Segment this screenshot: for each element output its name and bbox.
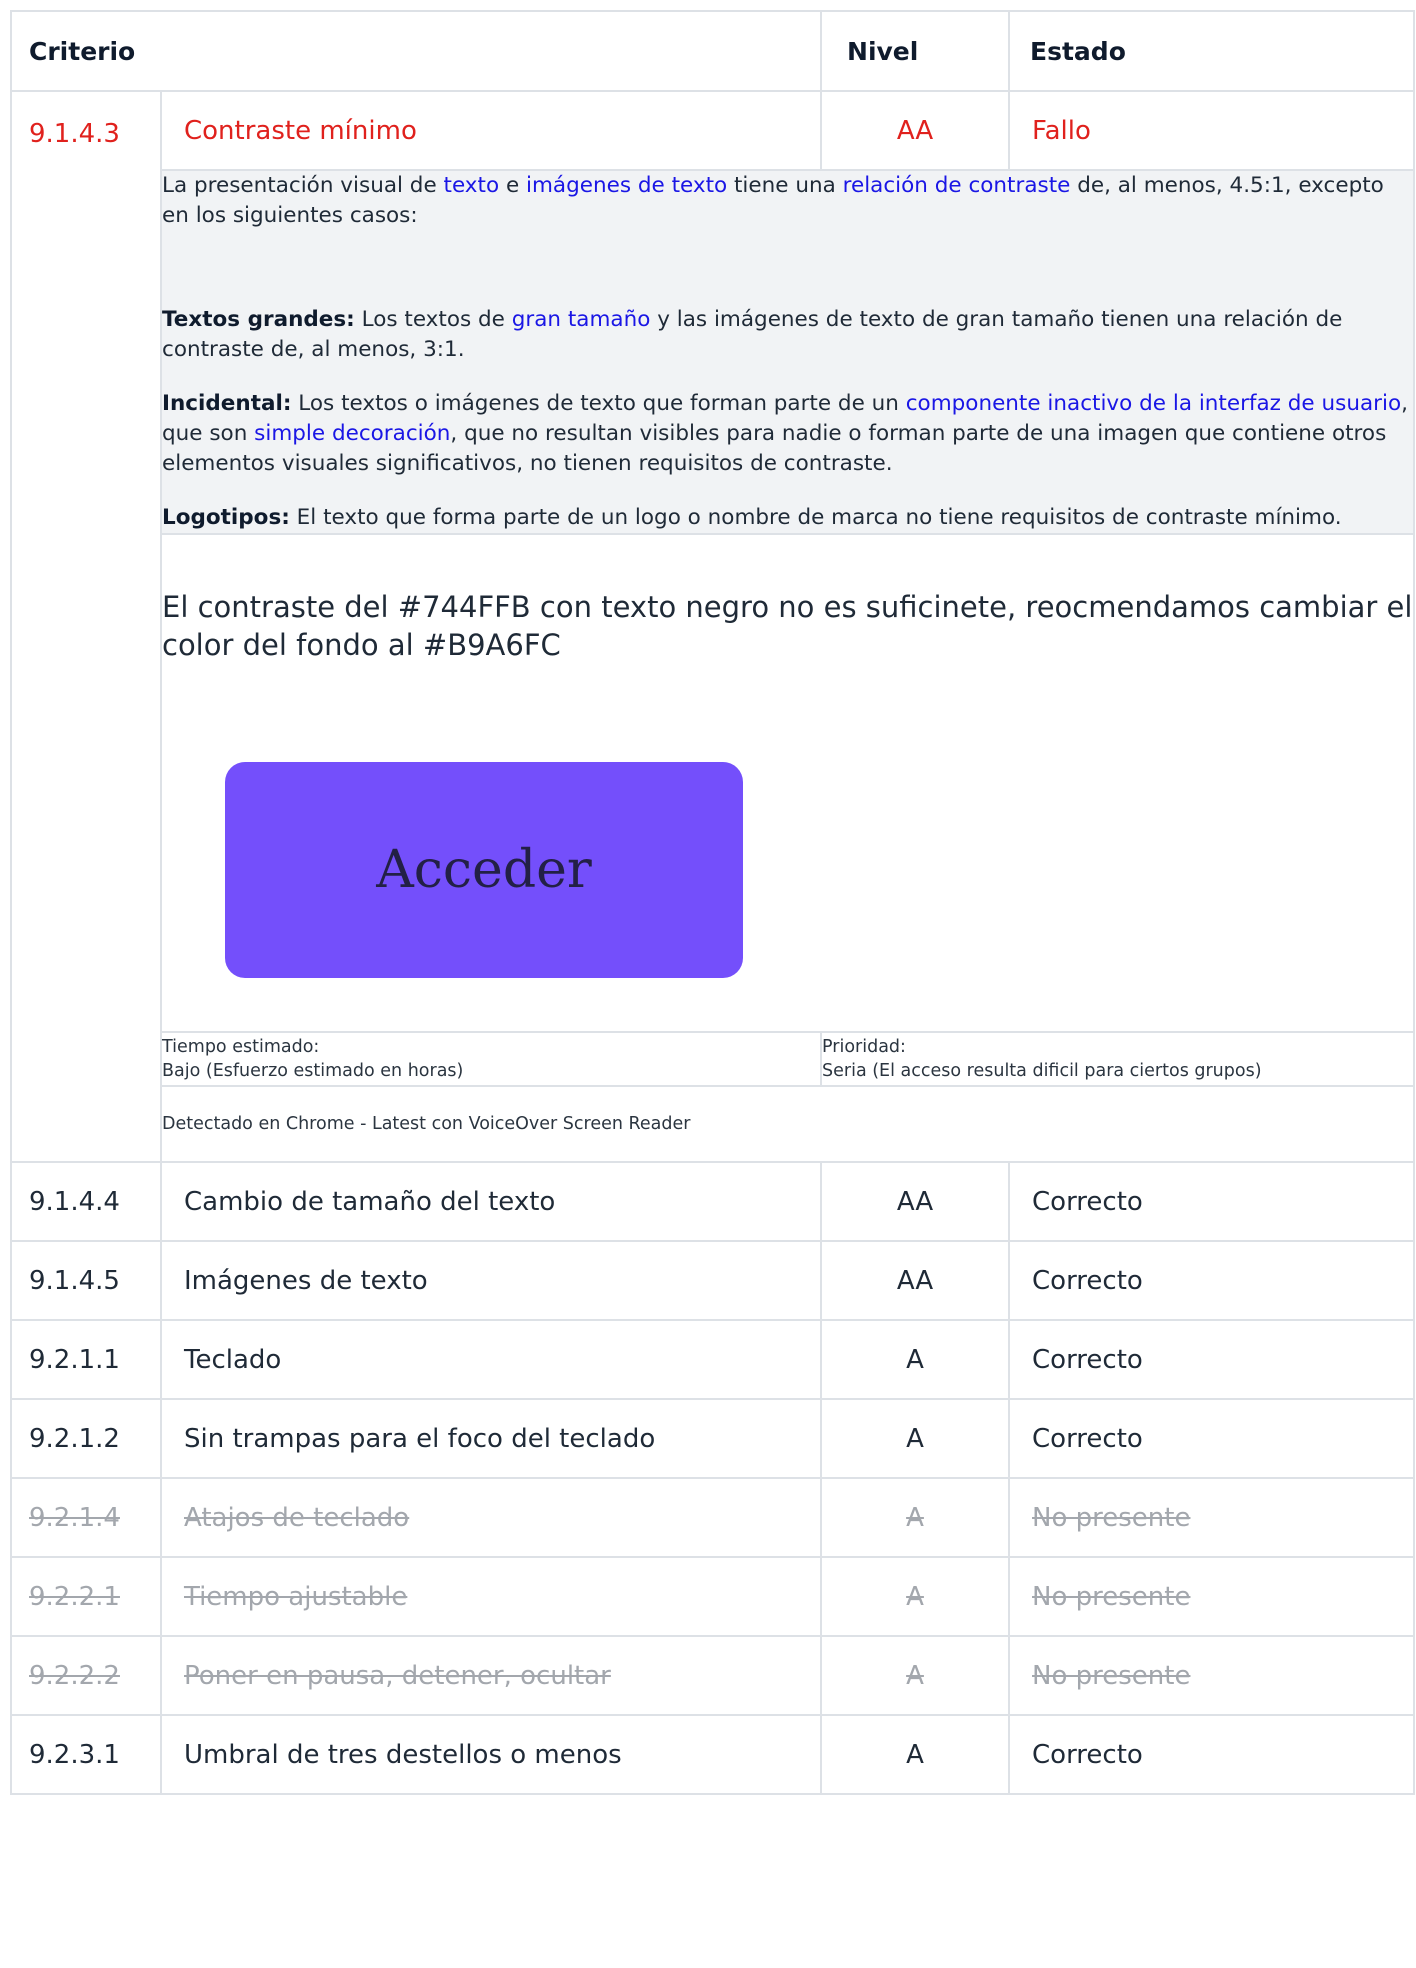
criterion-level: A [820,1398,1011,1479]
estimated-time: Tiempo estimado: Bajo (Esfuerzo estimado… [159,1031,823,1087]
criteria-table: Criterio Nivel Estado 9.1.4.3 Contraste … [9,10,1416,1795]
criterion-level: AA [820,1161,1011,1242]
criterion-name[interactable]: Umbral de tres destellos o menos [159,1714,823,1795]
criterion-status: No presente [1008,1477,1416,1558]
criterion-id: 9.2.2.1 [10,1556,162,1637]
criterion-meta-row: Tiempo estimado: Bajo (Esfuerzo estimado… [11,1031,1416,1087]
header-estado: Estado [1008,10,1416,92]
criterion-status: Correcto [1008,1240,1416,1321]
description-large-text: Textos grandes: Los textos de gran tamañ… [162,305,1413,365]
criterion-comment-row: El contraste del #744FFB con texto negro… [11,533,1416,1033]
criterion-level: A [820,1477,1011,1558]
criterion-id: 9.2.2.2 [10,1635,162,1716]
criterion-level: AA [820,90,1011,171]
text: tiene una [727,173,843,198]
link-gran-tamano[interactable]: gran tamaño [512,307,651,332]
label-incidental: Incidental: [162,391,292,416]
link-relacion-de-contraste[interactable]: relación de contraste [843,173,1071,198]
criterion-id: 9.1.4.3 [10,90,162,1163]
criterion-id: 9.1.4.5 [10,1240,162,1321]
criterion-status: No presente [1008,1556,1416,1637]
criterion-detected-row: Detectado en Chrome - Latest con VoiceOv… [11,1085,1416,1163]
table-row[interactable]: 9.1.4.5 Imágenes de texto AA Correcto [10,1240,1416,1321]
link-componente-inactivo[interactable]: componente inactivo de la interfaz de us… [906,391,1401,416]
table-row[interactable]: 9.1.4.4 Cambio de tamaño del texto AA Co… [10,1161,1416,1242]
criterion-description-row: La presentación visual de texto e imágen… [11,169,1416,535]
priority: Prioridad: Seria (El acceso resulta difi… [820,1031,1416,1087]
criterion-id: 9.2.1.4 [10,1477,162,1558]
criterion-name[interactable]: Cambio de tamaño del texto [159,1161,823,1242]
description-logos: Logotipos: El texto que forma parte de u… [162,503,1413,533]
criterion-status: Fallo [1008,90,1416,171]
criterion-status: Correcto [1008,1398,1416,1479]
text: Los textos de [354,307,512,332]
table-row-expanded[interactable]: 9.1.4.3 Contraste mínimo AA Fallo [10,90,1416,1163]
table-row-not-present[interactable]: 9.2.2.1 Tiempo ajustable A No presente [10,1556,1416,1637]
criterion-level: A [820,1556,1011,1637]
priority-value: Seria (El acceso resulta dificil para ci… [822,1061,1262,1081]
description-intro: La presentación visual de texto e imágen… [162,171,1413,231]
criterion-name[interactable]: Contraste mínimo [159,90,823,171]
estimated-time-value: Bajo (Esfuerzo estimado en horas) [162,1061,464,1081]
priority-label: Prioridad: [822,1037,906,1057]
criterion-level: A [820,1319,1011,1400]
table-row[interactable]: 9.2.1.1 Teclado A Correcto [10,1319,1416,1400]
text: El texto que forma parte de un logo o no… [289,505,1342,530]
text: Los textos o imágenes de texto que forma… [291,391,906,416]
example-button-image: Acceder [225,762,743,978]
criterion-status: No presente [1008,1635,1416,1716]
table-row-not-present[interactable]: 9.2.1.4 Atajos de teclado A No presente [10,1477,1416,1558]
link-imagenes-de-texto[interactable]: imágenes de texto [526,173,727,198]
table-header: Criterio Nivel Estado [9,10,1416,92]
criterion-name[interactable]: Sin trampas para el foco del teclado [159,1398,823,1479]
text: e [499,173,527,198]
table-row[interactable]: 9.2.3.1 Umbral de tres destellos o menos… [10,1714,1416,1795]
criterion-id: 9.2.1.2 [10,1398,162,1479]
label-textos-grandes: Textos grandes: [162,307,355,332]
header-nivel: Nivel [820,10,1011,92]
criterion-id: 9.2.3.1 [10,1714,162,1795]
criterion-id: 9.1.4.4 [10,1161,162,1242]
header-criterio: Criterio [9,10,823,92]
link-texto[interactable]: texto [444,173,500,198]
comment-text: El contraste del #744FFB con texto negro… [162,590,1413,662]
link-simple-decoracion[interactable]: simple decoración [254,421,450,446]
criterion-level: A [820,1635,1011,1716]
estimated-time-label: Tiempo estimado: [162,1037,320,1057]
criterion-status: Correcto [1008,1319,1416,1400]
table-row-not-present[interactable]: 9.2.2.2 Poner en pausa, detener, ocultar… [10,1635,1416,1716]
criterion-status: Correcto [1008,1714,1416,1795]
criterion-level: A [820,1714,1011,1795]
detected-in: Detectado en Chrome - Latest con VoiceOv… [159,1085,1416,1163]
criterion-level: AA [820,1240,1011,1321]
criterion-id: 9.2.1.1 [10,1319,162,1400]
table-row[interactable]: 9.2.1.2 Sin trampas para el foco del tec… [10,1398,1416,1479]
criterion-status: Correcto [1008,1161,1416,1242]
text: La presentación visual de [162,173,444,198]
criterion-description: La presentación visual de texto e imágen… [159,169,1416,535]
criterion-name[interactable]: Teclado [159,1319,823,1400]
criterion-name[interactable]: Imágenes de texto [159,1240,823,1321]
criterion-name[interactable]: Atajos de teclado [159,1477,823,1558]
criterion-name[interactable]: Tiempo ajustable [159,1556,823,1637]
criterion-comment: El contraste del #744FFB con texto negro… [159,533,1416,1033]
description-incidental: Incidental: Los textos o imágenes de tex… [162,389,1413,479]
label-logotipos: Logotipos: [162,505,290,530]
criterion-name[interactable]: Poner en pausa, detener, ocultar [159,1635,823,1716]
